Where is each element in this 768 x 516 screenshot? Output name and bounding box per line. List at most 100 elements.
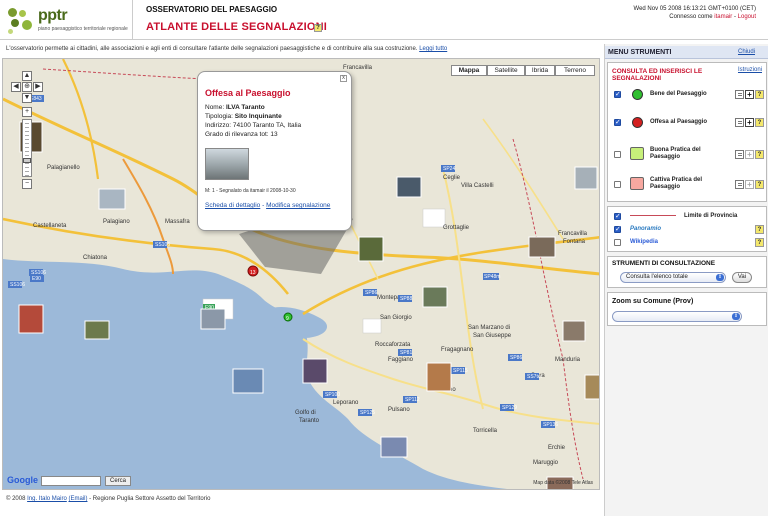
- footer-prefix: © 2008: [6, 496, 26, 502]
- buona-pratica-checkbox[interactable]: [614, 151, 621, 158]
- provincia-checkbox[interactable]: [614, 212, 621, 220]
- panoramio-checkbox[interactable]: [614, 225, 621, 233]
- intro-body: L'osservatorio permette ai cittadini, al…: [6, 46, 418, 52]
- close-icon[interactable]: x: [340, 75, 347, 82]
- boundary-line-icon: [630, 215, 676, 216]
- datetime: Wed Nov 05 2008 16:13:21 GMT+0100 (CET): [633, 6, 756, 12]
- svg-text:SP86: SP86: [510, 355, 522, 361]
- svg-text:Chiatona: Chiatona: [83, 255, 108, 261]
- svg-text:Ceglie: Ceglie: [443, 175, 461, 181]
- istruzioni-link[interactable]: Istruzioni: [738, 67, 762, 73]
- svg-text:San Giuseppe: San Giuseppe: [473, 333, 512, 339]
- svg-text:Villa Castelli: Villa Castelli: [461, 183, 494, 189]
- logout-link[interactable]: Logout: [738, 14, 756, 20]
- detail-link[interactable]: Scheda di dettaglio: [205, 202, 260, 209]
- footer-suffix: - Regione Puglia Settore Assetto del Ter…: [89, 496, 211, 502]
- map-navigation: ▲ ◀ ⊕ ▶ ▼ + −: [9, 71, 45, 189]
- svg-text:SP88: SP88: [400, 296, 412, 302]
- zoom-title: Zoom su Comune (Prov): [612, 298, 694, 305]
- map-search-input[interactable]: [41, 476, 101, 486]
- pan-right-icon[interactable]: ▶: [33, 82, 43, 92]
- svg-text:SP112: SP112: [405, 397, 420, 403]
- offesa-checkbox[interactable]: [614, 118, 621, 126]
- session-prefix: Connesso come: [669, 14, 713, 20]
- logo-text: pptr: [38, 7, 68, 24]
- maptype-mappa[interactable]: Mappa: [451, 65, 487, 76]
- maptype-ibrida[interactable]: Ibrida: [525, 65, 555, 76]
- svg-text:Manduria: Manduria: [555, 357, 581, 363]
- add-cattiva-pratica-button[interactable]: +: [745, 180, 754, 189]
- maptype-satellite[interactable]: Satellite: [487, 65, 525, 76]
- buona-pratica-label: Buona Pratica del Paesaggio: [650, 147, 701, 160]
- zoom-slider-knob[interactable]: [23, 158, 31, 163]
- user-link[interactable]: itamair: [714, 14, 732, 20]
- maptype-terreno[interactable]: Terreno: [555, 65, 595, 76]
- strumenti-title: STRUMENTI DI CONSULTAZIONE: [612, 260, 716, 267]
- pan-left-icon[interactable]: ◀: [11, 82, 21, 92]
- list-icon[interactable]: [735, 118, 744, 127]
- popup-meta: M: 1 - Segnalato da itamair il 2008-10-3…: [205, 188, 296, 194]
- comune-select[interactable]: ⇕: [612, 311, 742, 322]
- popup-photo[interactable]: [205, 148, 249, 180]
- list-icon[interactable]: [735, 90, 744, 99]
- layer-row-panoramio: Panoramio ?: [612, 222, 764, 234]
- help-icon[interactable]: ?: [755, 238, 764, 247]
- title-help-button[interactable]: ?: [314, 24, 322, 32]
- add-offesa-button[interactable]: +: [745, 118, 754, 127]
- svg-text:Maruggio: Maruggio: [533, 460, 559, 466]
- red-marker-icon: [632, 117, 643, 128]
- center-icon[interactable]: ⊕: [22, 82, 32, 92]
- sidebar: MENU STRUMENTI Chiudi CONSULTA ED INSERI…: [604, 44, 768, 516]
- consulta-select[interactable]: Consulta l'elenco totale ⇕: [620, 272, 726, 283]
- vai-button[interactable]: Vai: [732, 272, 752, 283]
- popup-link-separator: -: [262, 202, 265, 209]
- intro-text: L'osservatorio permette ai cittadini, al…: [6, 46, 447, 52]
- bene-checkbox[interactable]: [614, 90, 621, 98]
- consulta-title: CONSULTA ED INSERISCI LE SEGNALAZIONI: [612, 68, 703, 82]
- zoom-out-icon[interactable]: −: [22, 179, 32, 189]
- svg-text:SP24: SP24: [443, 166, 455, 172]
- svg-text:Roccaforzata: Roccaforzata: [375, 342, 411, 348]
- email-link[interactable]: (Email): [68, 496, 87, 502]
- consulta-panel: CONSULTA ED INSERISCI LE SEGNALAZIONI Is…: [607, 62, 767, 202]
- add-bene-button[interactable]: +: [745, 90, 754, 99]
- svg-text:SS106: SS106: [10, 282, 25, 288]
- zoom-slider[interactable]: [22, 119, 32, 177]
- cattiva-pratica-checkbox[interactable]: [614, 181, 621, 188]
- svg-text:SP125: SP125: [360, 410, 375, 416]
- help-icon[interactable]: ?: [755, 90, 764, 99]
- edit-report-link[interactable]: Modifica segnalazione: [266, 202, 330, 209]
- read-more-link[interactable]: Leggi tutto: [419, 46, 447, 52]
- svg-text:SP86: SP86: [365, 290, 377, 296]
- list-icon[interactable]: [735, 150, 744, 159]
- legend-row-bene: Bene del Paesaggio + ?: [612, 87, 764, 103]
- sidebar-close-link[interactable]: Chiudi: [738, 49, 755, 55]
- add-buona-pratica-button[interactable]: +: [745, 150, 754, 159]
- help-icon[interactable]: ?: [755, 150, 764, 159]
- pan-up-icon[interactable]: ▲: [22, 71, 32, 81]
- pptr-logo[interactable]: pptr piano paesaggistico territoriale re…: [6, 4, 130, 38]
- svg-text:Fontana: Fontana: [563, 239, 586, 245]
- wikipedia-checkbox[interactable]: [614, 239, 621, 246]
- help-icon[interactable]: ?: [755, 180, 764, 189]
- author-link[interactable]: Ing. Italo Mairo: [27, 496, 67, 502]
- header-divider: [132, 0, 133, 40]
- list-icon[interactable]: [735, 180, 744, 189]
- google-search: Google Cerca: [7, 475, 155, 489]
- zoom-in-icon[interactable]: +: [22, 107, 32, 117]
- help-icon[interactable]: ?: [755, 225, 764, 234]
- legend-row-buona-pratica: Buona Pratica del Paesaggio + ?: [612, 147, 764, 163]
- help-icon[interactable]: ?: [755, 118, 764, 127]
- pan-down-icon[interactable]: ▼: [22, 93, 32, 103]
- popup-title: Offesa al Paesaggio: [205, 88, 291, 98]
- svg-text:Pulsano: Pulsano: [388, 407, 410, 413]
- map[interactable]: Francavilla Villa Castelli Grottaglie Fr…: [2, 58, 600, 490]
- svg-text:Palagianello: Palagianello: [47, 165, 80, 171]
- map-search-button[interactable]: Cerca: [105, 476, 131, 486]
- svg-text:San Giorgio: San Giorgio: [380, 315, 412, 321]
- svg-text:Leporano: Leporano: [333, 400, 359, 406]
- header: pptr piano paesaggistico territoriale re…: [0, 0, 768, 40]
- sidebar-title: MENU STRUMENTI: [608, 49, 672, 56]
- svg-text:SS7ter: SS7ter: [527, 374, 543, 380]
- layer-row-provincia: Limite di Provincia: [612, 209, 764, 221]
